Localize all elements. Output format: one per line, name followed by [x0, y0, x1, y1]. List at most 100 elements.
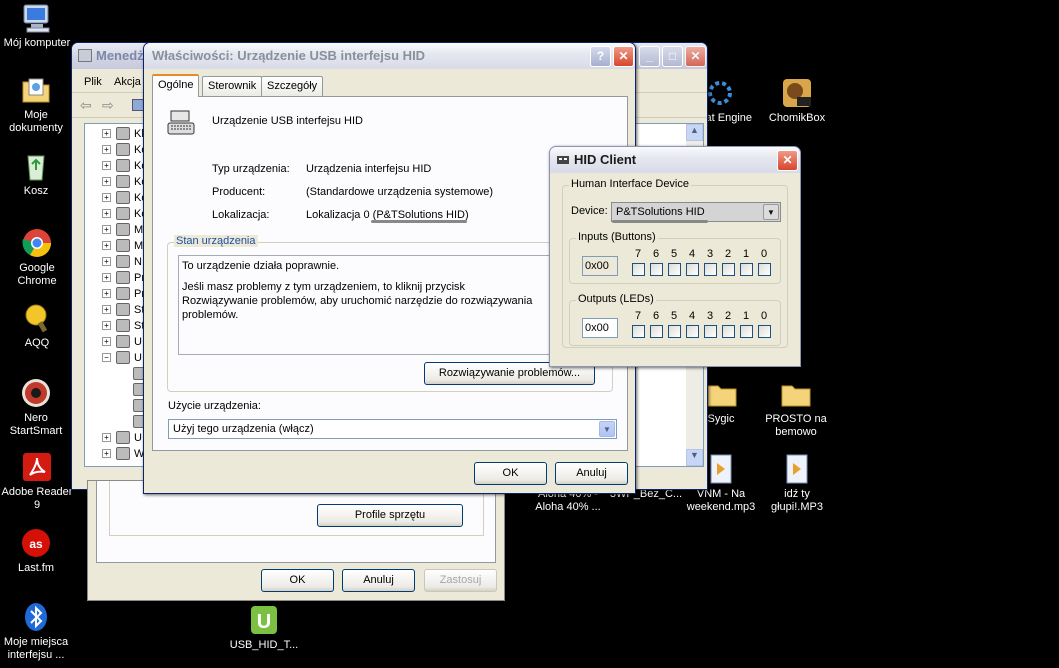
input-bit-checkbox[interactable]: [668, 263, 681, 276]
desktop-icon-label: Last.fm: [17, 562, 55, 574]
device-select[interactable]: P&TSolutions HID ▼: [611, 202, 781, 222]
inputs-caption: Inputs (Buttons): [576, 231, 658, 243]
desktop-icon-idz-ty-mp3[interactable]: idź ty głupi!.MP3: [758, 453, 836, 514]
chevron-down-icon[interactable]: ▼: [599, 421, 615, 437]
desktop-icon-adobe-reader[interactable]: Adobe Reader 9: [0, 451, 76, 512]
audio-file-icon: [705, 453, 737, 485]
expand-icon[interactable]: +: [102, 161, 111, 170]
desktop-icon-recycle-bin[interactable]: Kosz: [0, 150, 75, 198]
output-bit-checkbox[interactable]: [740, 325, 753, 338]
desktop-icon-aqq[interactable]: AQQ: [0, 302, 76, 350]
expand-icon[interactable]: +: [102, 177, 111, 186]
output-bit-checkbox[interactable]: [758, 325, 771, 338]
output-bit-checkbox[interactable]: [722, 325, 735, 338]
tree-item-label: U: [134, 336, 142, 348]
desktop-icon-google-chrome[interactable]: Google Chrome: [0, 227, 76, 288]
output-bit-checkbox[interactable]: [686, 325, 699, 338]
output-bit-label: 4: [689, 310, 696, 322]
cancel-button[interactable]: Anuluj: [342, 569, 415, 592]
expand-icon[interactable]: +: [102, 209, 111, 218]
device-category-icon: [116, 159, 130, 172]
desktop-icon-label: Nero StartSmart: [9, 412, 63, 437]
desktop-icon-label: AQQ: [24, 337, 50, 349]
expand-icon[interactable]: +: [102, 129, 111, 138]
back-arrow-icon[interactable]: ⇦: [80, 97, 92, 114]
ok-button[interactable]: OK: [261, 569, 334, 592]
output-bit-checkbox[interactable]: [704, 325, 717, 338]
close-button[interactable]: ✕: [685, 46, 706, 67]
tab-general[interactable]: Ogólne: [152, 74, 200, 97]
device-usage-dropdown[interactable]: Użyj tego urządzenia (włącz) ▼: [168, 419, 617, 439]
desktop-icon-label: VNM - Na weekend.mp3: [686, 488, 756, 513]
output-bit-checkbox[interactable]: [632, 325, 645, 338]
expand-icon[interactable]: +: [102, 321, 111, 330]
maximize-button[interactable]: □: [662, 46, 683, 67]
device-status-textbox[interactable]: To urządzenie działa poprawnie. Jeśli ma…: [178, 255, 608, 355]
desktop-icon-lastfm[interactable]: as Last.fm: [0, 527, 75, 575]
outputs-value-field[interactable]: 0x00: [582, 318, 618, 338]
adobe-reader-icon: [21, 451, 53, 483]
ok-button[interactable]: OK: [474, 462, 547, 485]
expand-icon[interactable]: +: [102, 337, 111, 346]
help-button[interactable]: ?: [590, 46, 611, 67]
device-category-icon: [116, 223, 130, 236]
chevron-down-icon[interactable]: ▼: [763, 204, 779, 220]
minimize-button[interactable]: _: [639, 46, 660, 67]
menu-file[interactable]: Plik: [84, 76, 102, 88]
tab-driver[interactable]: Sterownik: [202, 76, 263, 96]
hardware-profiles-button[interactable]: Profile sprzętu: [317, 504, 463, 527]
property-label: Typ urządzenia:: [212, 163, 290, 175]
expand-icon[interactable]: +: [102, 433, 111, 442]
apply-button[interactable]: Zastosuj: [424, 569, 497, 592]
device-manager-title: Menedż: [96, 48, 144, 63]
device-category-icon: [116, 447, 130, 460]
input-bit-checkbox[interactable]: [650, 263, 663, 276]
input-bit-checkbox[interactable]: [758, 263, 771, 276]
forward-arrow-icon[interactable]: ⇨: [102, 97, 114, 114]
desktop-icon-usb-hid-tool[interactable]: U USB_HID_T...: [225, 604, 303, 652]
desktop-icon-label: Adobe Reader 9: [1, 486, 73, 511]
input-bit-checkbox[interactable]: [632, 263, 645, 276]
device-category-icon: [116, 335, 130, 348]
desktop-icon-prosto-folder[interactable]: PROSTO na bemowo: [757, 378, 835, 439]
properties-title: Właściwości: Urządzenie USB interfejsu H…: [152, 48, 426, 63]
input-bit-checkbox[interactable]: [722, 263, 735, 276]
close-button[interactable]: ✕: [613, 46, 634, 67]
desktop-icon-chomikbox[interactable]: ChomikBox: [758, 77, 836, 125]
desktop-icon-bluetooth[interactable]: Moje miejsca interfejsu ...: [0, 601, 75, 662]
expand-icon[interactable]: +: [102, 145, 111, 154]
input-bit-checkbox[interactable]: [686, 263, 699, 276]
desktop-icon-nero[interactable]: Nero StartSmart: [0, 377, 75, 438]
input-bit-checkbox[interactable]: [740, 263, 753, 276]
inputs-group: Inputs (Buttons) 0x00 76543210: [569, 231, 781, 284]
expand-icon[interactable]: +: [102, 193, 111, 202]
expand-icon[interactable]: +: [102, 257, 111, 266]
output-bit-label: 0: [761, 310, 768, 322]
input-bit-checkbox[interactable]: [704, 263, 717, 276]
expand-icon[interactable]: +: [102, 241, 111, 250]
output-bit-checkbox[interactable]: [650, 325, 663, 338]
expand-icon[interactable]: +: [102, 225, 111, 234]
expand-icon[interactable]: +: [102, 305, 111, 314]
tab-details[interactable]: Szczegóły: [261, 76, 324, 96]
input-bit-label: 4: [689, 248, 696, 260]
scroll-up-icon[interactable]: ▲: [686, 124, 703, 141]
output-bit-checkbox[interactable]: [668, 325, 681, 338]
menu-action[interactable]: Akcja: [114, 76, 141, 88]
expand-icon[interactable]: +: [102, 273, 111, 282]
collapse-icon[interactable]: −: [102, 353, 111, 362]
underline-mark: [612, 220, 708, 223]
input-bit-label: 6: [653, 248, 660, 260]
svg-text:as: as: [29, 537, 43, 551]
cancel-button[interactable]: Anuluj: [555, 462, 628, 485]
desktop-icon-my-documents[interactable]: Moje dokumenty: [0, 74, 75, 135]
aqq-icon: [21, 302, 53, 334]
close-button[interactable]: ✕: [777, 150, 798, 171]
property-value: Urządzenia interfejsu HID: [306, 163, 432, 175]
scroll-down-icon[interactable]: ▼: [686, 449, 703, 466]
expand-icon[interactable]: +: [102, 289, 111, 298]
hid-device-icon: [165, 107, 197, 139]
expand-icon[interactable]: +: [102, 449, 111, 458]
property-value: (Standardowe urządzenia systemowe): [306, 186, 494, 198]
desktop-icon-my-computer[interactable]: Mój komputer: [0, 2, 76, 50]
